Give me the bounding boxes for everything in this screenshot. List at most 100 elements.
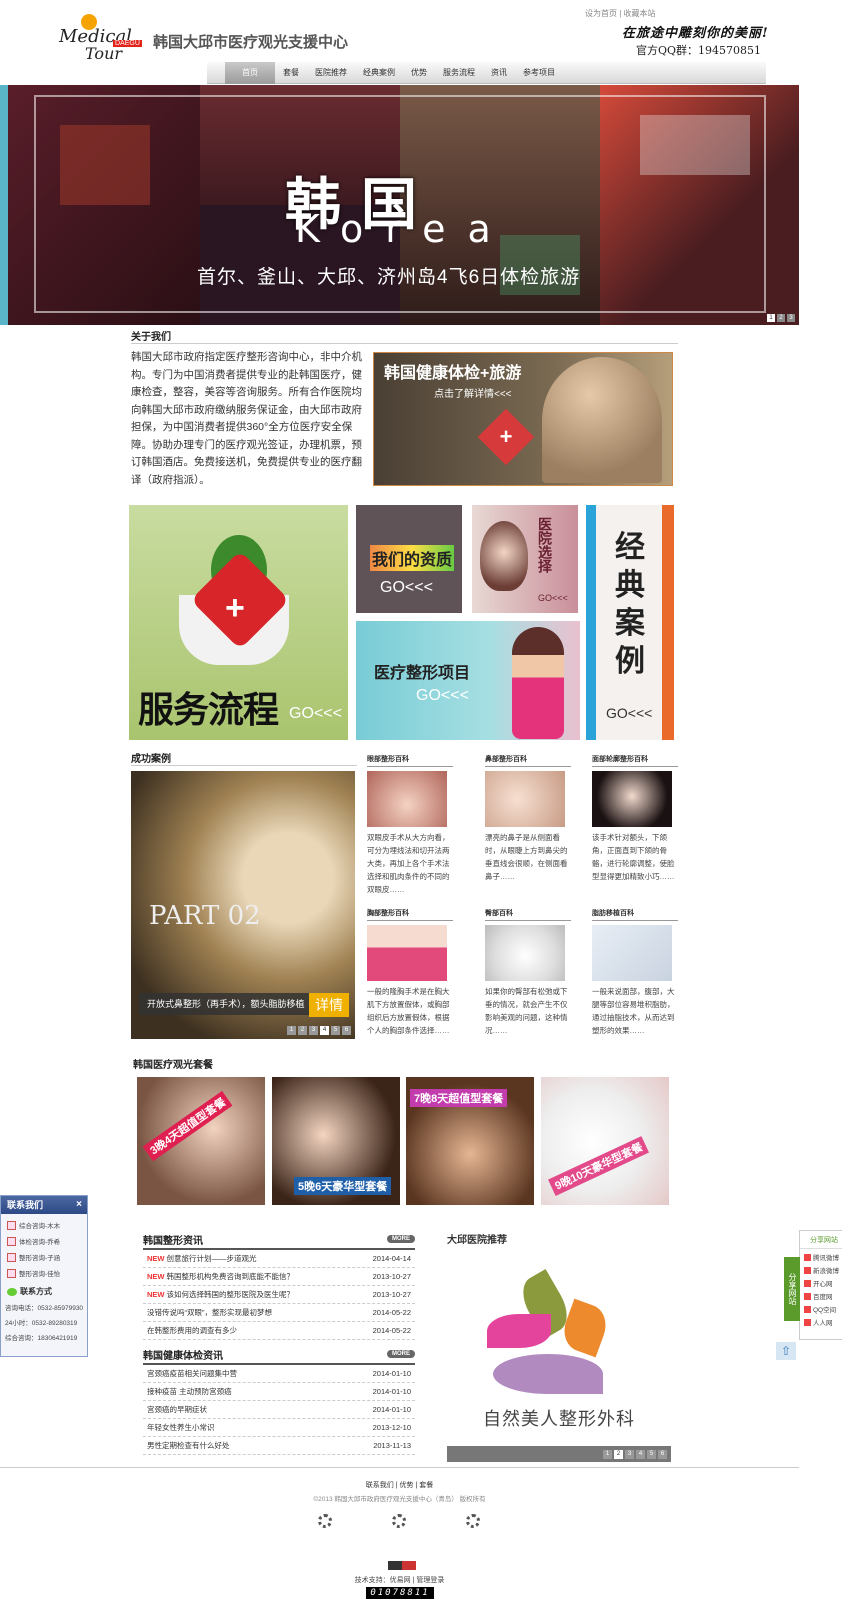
hospital-page-3[interactable]: 3 <box>625 1450 634 1459</box>
share-item[interactable]: 开心网 <box>804 1278 842 1288</box>
close-icon[interactable]: × <box>76 1196 82 1214</box>
tile-classic-cases[interactable]: 经典案例 GO<<< <box>586 505 674 740</box>
hospital-page-5[interactable]: 5 <box>647 1450 656 1459</box>
package-label: 7晚8天超值型套餐 <box>410 1089 508 1107</box>
contact-item[interactable]: 整形咨询-佳怡 <box>7 1268 87 1278</box>
share-header: 分享网站 <box>800 1231 842 1249</box>
nav-cases[interactable]: 经典案例 <box>355 62 403 84</box>
contact-item[interactable]: 体检咨询-乔希 <box>7 1236 87 1246</box>
nav-process[interactable]: 服务流程 <box>435 62 483 84</box>
case-image <box>485 771 565 827</box>
slide-detail-button[interactable]: 详情 <box>309 993 349 1017</box>
contact-method-heading: 联系方式 <box>7 1286 87 1297</box>
case-eye[interactable]: 眼部整形百科 双眼皮手术从大方向看，可分为埋线法和切开法两大类，再加上各个手术法… <box>367 754 465 896</box>
slide-caption: 开放式鼻整形（再手术），额头脂肪移植 <box>139 993 309 1015</box>
nav-hospitals[interactable]: 医院推荐 <box>307 62 355 84</box>
tile-hospital-choice[interactable]: 医院选择 GO<<< <box>472 505 578 613</box>
share-item[interactable]: 腾讯微博 <box>804 1252 842 1262</box>
tile-qualification[interactable]: 我们的资质 GO<<< <box>356 505 462 613</box>
banner-page-2[interactable]: 2 <box>777 314 785 322</box>
share-item[interactable]: 人人网 <box>804 1317 842 1327</box>
tile-proj-label: 医疗整形项目 <box>374 665 471 682</box>
share-item[interactable]: 百度网 <box>804 1291 842 1301</box>
slide-page-1[interactable]: 1 <box>287 1026 296 1035</box>
news-row[interactable]: 年轻女性养生小常识 2013-12-10 <box>143 1419 415 1437</box>
case-title: 鼻部整形百科 <box>485 754 571 767</box>
case-fat-graft[interactable]: 脂肪移植百科 一般来说面部，腹部，大腿等部位容易堆积脂肪，通过抽脂技术，从而达到… <box>592 908 690 1037</box>
hospital-page-4[interactable]: 4 <box>636 1450 645 1459</box>
new-badge-icon: NEW <box>147 1272 165 1281</box>
hospital-page-6[interactable]: 6 <box>658 1450 667 1459</box>
slide-pager: 1 2 3 4 5 6 <box>287 1026 351 1035</box>
success-slideshow[interactable]: PART 02 开放式鼻整形（再手术），额头脂肪移植 详情 1 2 3 4 5 … <box>131 771 355 1039</box>
contact-item[interactable]: 整形咨询-子涵 <box>7 1252 87 1262</box>
case-title: 臀部百科 <box>485 908 571 921</box>
news-title: 韩国健康体检资讯 <box>143 1350 223 1362</box>
news-row[interactable]: 男性定期检查有什么好处 2013-11-13 <box>143 1437 415 1455</box>
news-row[interactable]: 接种疫苗 主动预防宫颈癌 2014-01-10 <box>143 1383 415 1401</box>
loading-spinner-icon <box>392 1514 406 1528</box>
share-tab[interactable]: 分享网站 <box>784 1257 800 1321</box>
site-logo[interactable]: Medical DAEGU Tour <box>57 12 142 64</box>
slide-page-2[interactable]: 2 <box>298 1026 307 1035</box>
top-links[interactable]: 设为首页 | 收藏本站 <box>585 8 656 19</box>
news-row[interactable]: NEW 该如何选择韩国的整形医院及医生呢？ 2013-10-27 <box>143 1286 415 1304</box>
hospital-page-1[interactable]: 1 <box>603 1450 612 1459</box>
new-badge-icon: NEW <box>147 1254 165 1263</box>
case-nose[interactable]: 鼻部整形百科 漂亮的鼻子是从侧面看时，从眼睫上方到鼻尖的垂直线会很顺，在侧面看鼻… <box>485 754 583 883</box>
banner-page-3[interactable]: 3 <box>787 314 795 322</box>
news-row[interactable]: 宫颈癌疫苗相关问题集中营 2014-01-10 <box>143 1365 415 1383</box>
more-button[interactable]: MORE <box>387 1350 415 1358</box>
qq-icon <box>7 1220 16 1230</box>
package-card-2[interactable]: 5晚6天豪华型套餐 <box>272 1077 400 1205</box>
hospital-page-2[interactable]: 2 <box>614 1450 623 1459</box>
nav-packages[interactable]: 套餐 <box>275 62 307 84</box>
slide-page-3[interactable]: 3 <box>309 1026 318 1035</box>
renren-icon <box>804 1318 811 1326</box>
tile-plastic-projects[interactable]: 医疗整形项目 GO<<< <box>356 621 580 740</box>
case-breast[interactable]: 胸部整形百科 一般的隆胸手术是在胸大肌下方放置假体，或胸部组织后方放置假体，根据… <box>367 908 465 1037</box>
slide-page-5[interactable]: 5 <box>331 1026 340 1035</box>
banner-page-1[interactable]: 1 <box>767 314 775 322</box>
package-card-4[interactable]: 9晚10天豪华型套餐 <box>541 1077 669 1205</box>
case-image <box>485 925 565 981</box>
package-card-3[interactable]: 7晚8天超值型套餐 <box>406 1077 534 1205</box>
share-item[interactable]: 新浪微博 <box>804 1265 842 1275</box>
nav-advantages[interactable]: 优势 <box>403 62 435 84</box>
case-desc: 漂亮的鼻子是从侧面看时，从眼睫上方到鼻尖的垂直线会很顺，在侧面看鼻子…… <box>485 833 568 881</box>
health-tour-ad[interactable]: 韩国健康体检+旅游 点击了解详情<<< + <box>373 352 673 486</box>
loading-spinner-icon <box>466 1514 480 1528</box>
news-row[interactable]: NEW 创意旅行计划——步道观光 2014-04-14 <box>143 1250 415 1268</box>
news-row[interactable]: 在韩整形费用的调查有多少 2014-05-22 <box>143 1322 415 1340</box>
qq-group: 官方QQ群：194570851 <box>636 44 762 57</box>
slide-page-6[interactable]: 6 <box>342 1026 351 1035</box>
case-hip[interactable]: 臀部百科 如果你的臀部有松弛或下垂的情况，就会产生不仅影响美观的问题，这种情况…… <box>485 908 583 1037</box>
news-row[interactable]: 宫颈癌的早期症状 2014-01-10 <box>143 1401 415 1419</box>
footer-tech-support[interactable]: 技术支持：优易网 | 管理登录 <box>0 1575 799 1585</box>
recommended-hospital-slideshow[interactable]: 自然美人整形外科 1 2 3 4 5 6 <box>447 1250 671 1462</box>
health-news: 韩国健康体检资讯 MORE 宫颈癌疫苗相关问题集中营 2014-01-10 接种疫… <box>143 1345 415 1455</box>
qq-icon <box>7 1252 16 1262</box>
more-button[interactable]: MORE <box>387 1235 415 1243</box>
nav-reference[interactable]: 参考项目 <box>515 62 563 84</box>
share-item[interactable]: QQ空间 <box>804 1304 842 1314</box>
hero-banner[interactable]: 韩国 Korea 首尔、釜山、大邱、济州岛4飞6日体检旅游 1 2 3 <box>0 85 799 325</box>
nav-home[interactable]: 首页 <box>225 61 275 84</box>
contact-item[interactable]: 综合咨询-木木 <box>7 1220 87 1230</box>
nav-news[interactable]: 资讯 <box>483 62 515 84</box>
model-photo <box>480 521 528 591</box>
package-card-1[interactable]: 3晚4天超值型套餐 <box>137 1077 265 1205</box>
case-face[interactable]: 面部轮廓整形百科 该手术针对额头，下颌角，正面直到下颌的骨骼，进行轮廓调整，使脸… <box>592 754 690 883</box>
slide-part-label: PART 02 <box>149 901 261 931</box>
cnzz-badge-icon[interactable] <box>388 1561 416 1570</box>
tile-service-process[interactable]: + 服务流程 GO<<< <box>129 505 348 740</box>
back-to-top-icon[interactable]: ⇧ <box>776 1342 796 1360</box>
slide-page-4[interactable]: 4 <box>320 1026 329 1035</box>
footer-links[interactable]: 联系我们 | 优势 | 套餐 <box>0 1480 799 1490</box>
tile-service-go: GO<<< <box>289 705 342 722</box>
news-row[interactable]: NEW 韩国整形机构免费咨询到底能不能信？ 2013-10-27 <box>143 1268 415 1286</box>
qq-icon <box>7 1236 16 1246</box>
tile-hosp-label: 医院选择 <box>537 517 553 573</box>
case-title: 面部轮廓整形百科 <box>592 754 678 767</box>
news-row[interactable]: 没错传说吗“双眼”，整形实现最初梦想 2014-05-22 <box>143 1304 415 1322</box>
